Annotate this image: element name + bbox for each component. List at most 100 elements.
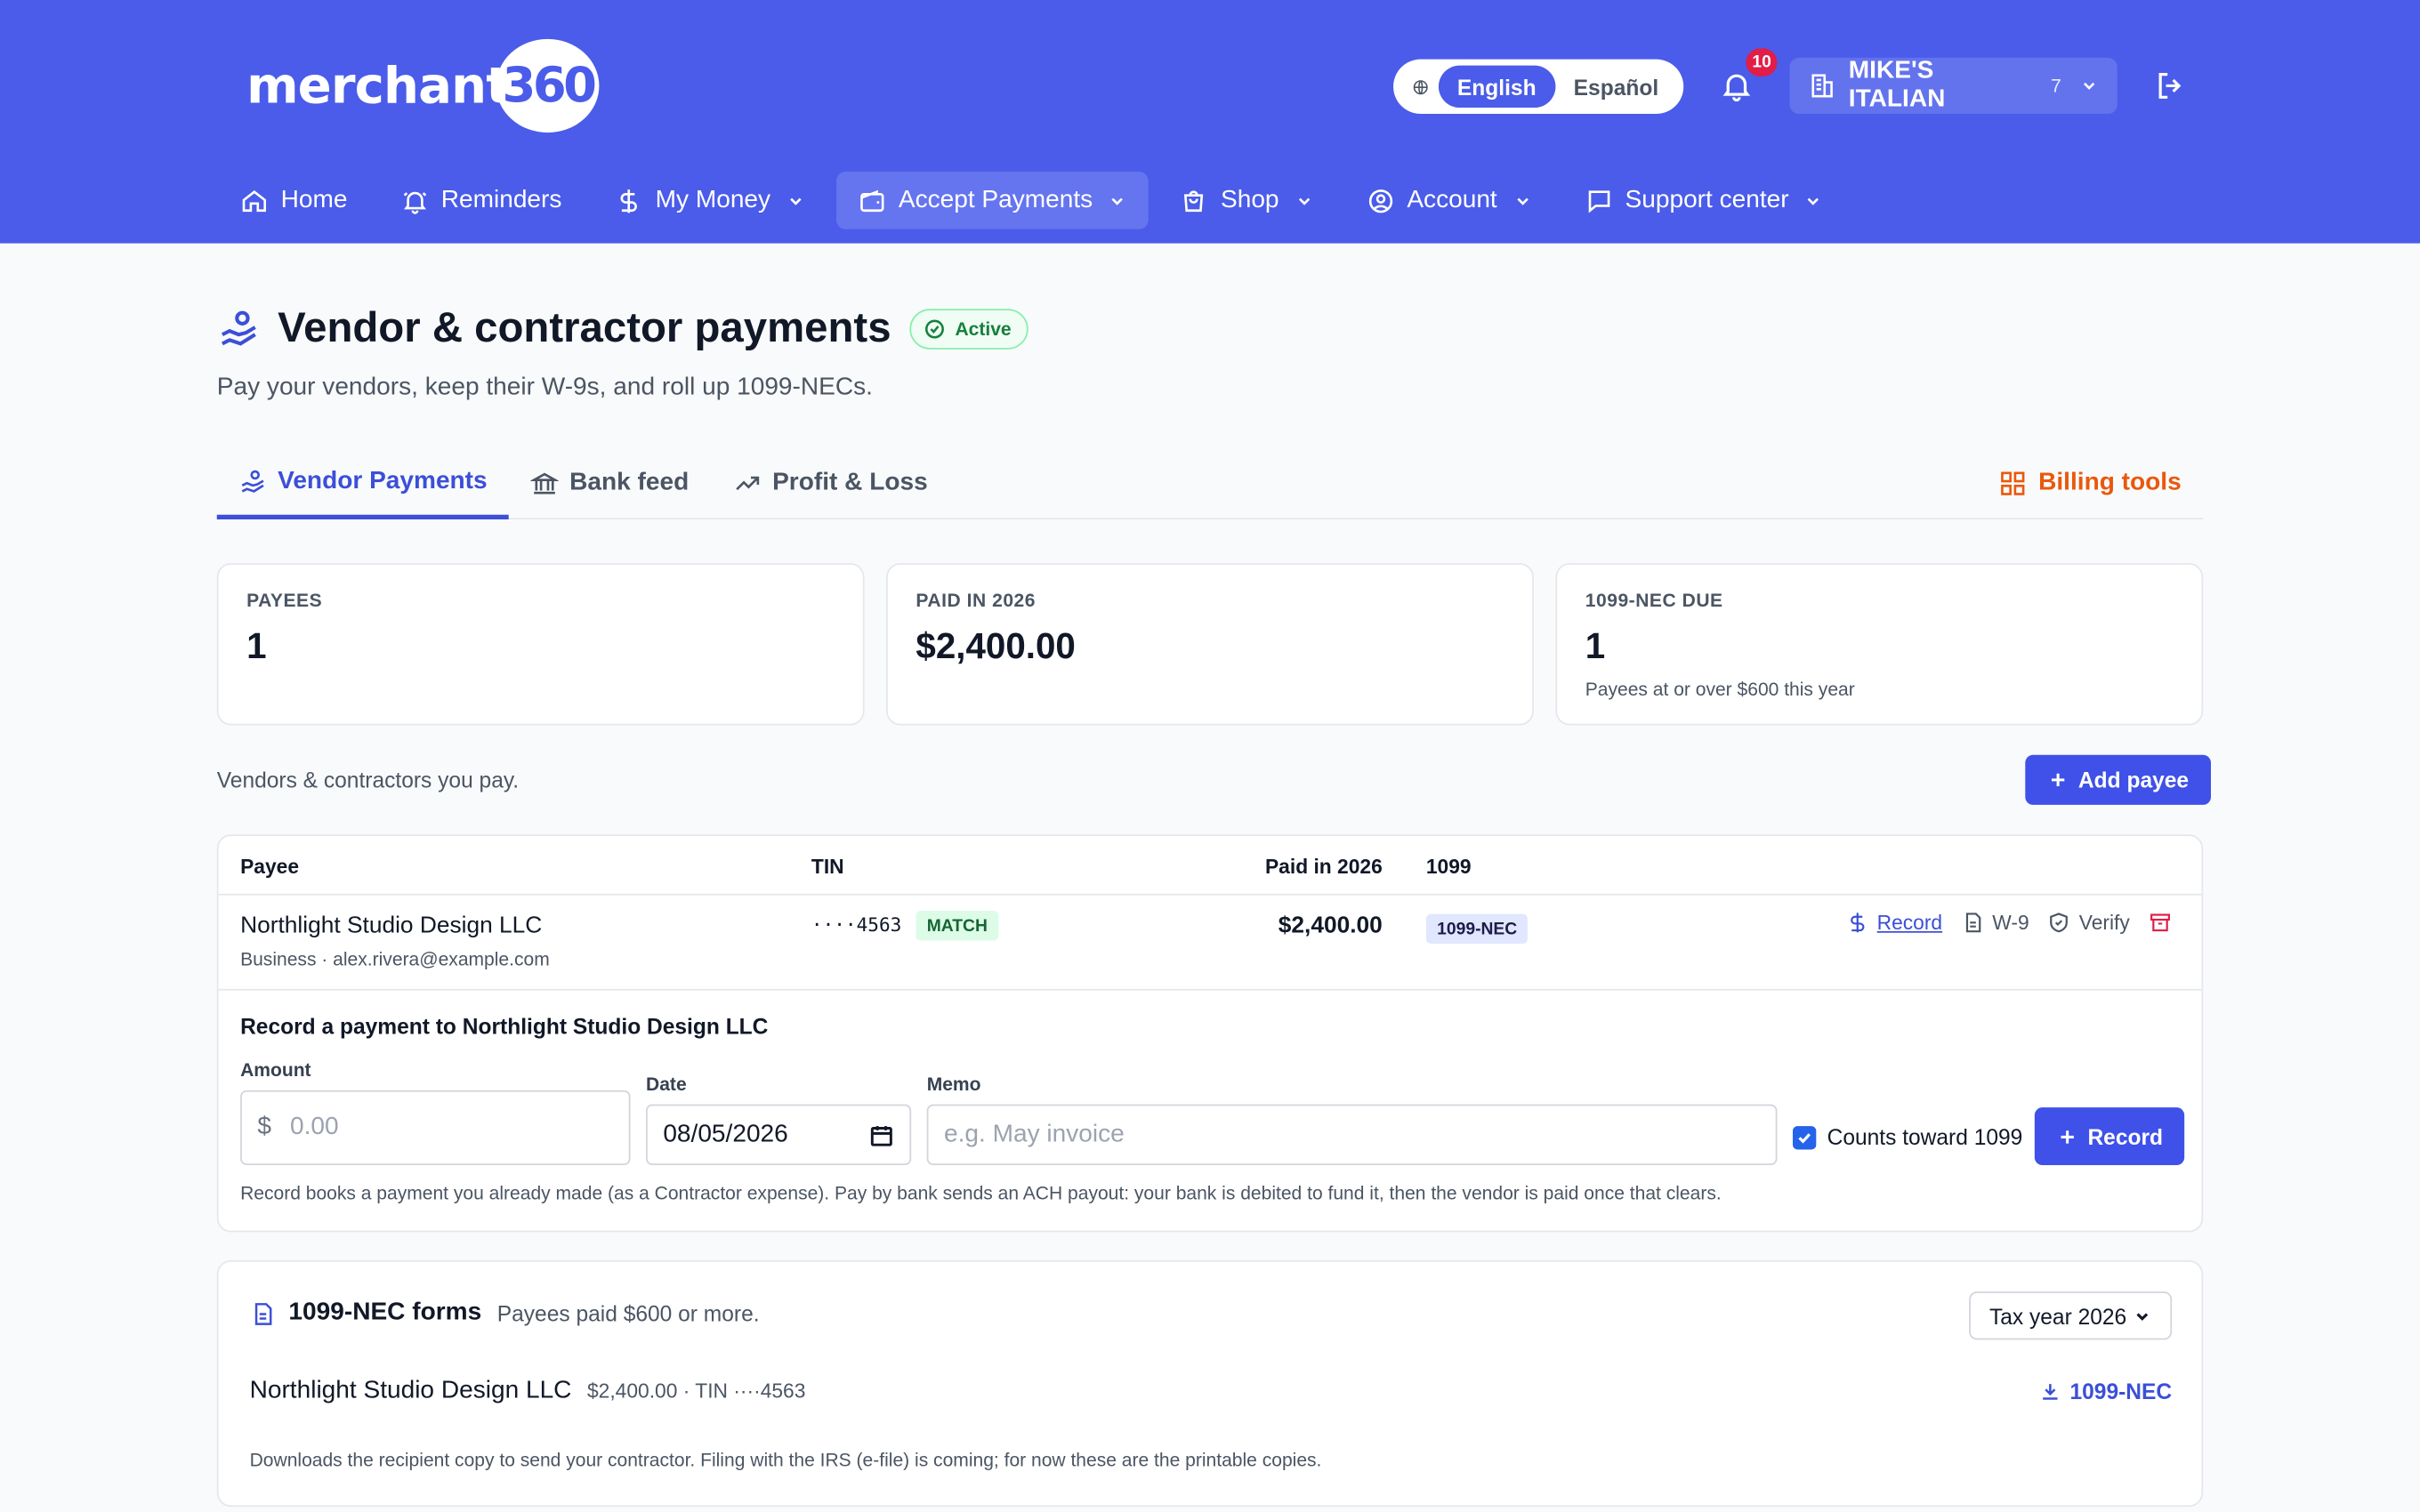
download-icon [2042, 1384, 2057, 1400]
wallet-icon [859, 189, 884, 212]
language-espanol[interactable]: Español [1555, 66, 1678, 108]
nav-label: Home [280, 186, 348, 213]
tin-match-badge: MATCH [916, 911, 999, 941]
amount-label: Amount [240, 1058, 311, 1082]
verify-link[interactable]: Verify [2048, 911, 2130, 934]
stat-label: PAYEES [246, 589, 323, 612]
row-actions: Record W-9 Verify [1827, 911, 2180, 934]
tax-year-select[interactable]: Tax year 2026 [1969, 1291, 2173, 1340]
page-title-row: Vendor & contractor payments Active [217, 304, 1028, 352]
merchant-name: MIKE'S ITALIAN [1848, 57, 1946, 113]
payee-name: Northlight Studio Design LLC [240, 912, 543, 939]
chevron-down-icon [1298, 197, 1310, 205]
billing-tools-link[interactable]: Billing tools [1999, 447, 2182, 519]
chevron-down-icon [1808, 197, 1819, 205]
form-type-badge: 1099-NEC [1425, 913, 1529, 944]
stat-value: 1 [1585, 625, 1606, 666]
nav-support-center[interactable]: Support center [1562, 172, 1844, 229]
memo-input[interactable]: e.g. May invoice [926, 1104, 1778, 1166]
forms-subtitle: Payees paid $600 or more. [496, 1300, 760, 1326]
forms-header: 1099-NEC forms Payees paid $600 or more. [250, 1299, 760, 1328]
tab-bank-feed[interactable]: Bank feed [530, 447, 689, 519]
check-icon [1798, 1133, 1811, 1144]
language-switcher: English Español [1393, 59, 1684, 115]
stat-card-paid: PAID IN 2026 $2,400.00 [886, 563, 1534, 726]
logo-badge: 360 [496, 38, 600, 133]
stat-card-payees: PAYEES 1 [216, 563, 865, 726]
download-1099-link[interactable]: 1099-NEC [2038, 1379, 2172, 1403]
column-header-tin: TIN [811, 854, 844, 878]
table-divider [218, 988, 2202, 991]
column-header-payee: Payee [240, 854, 299, 878]
top-header: merchant 360 English Español 10 MIKE'S I… [0, 0, 2420, 244]
hand-coins-icon [241, 469, 264, 492]
nav-account[interactable]: Account [1344, 172, 1553, 229]
table-divider [218, 893, 2202, 896]
column-header-paid: Paid in 2026 [1264, 854, 1383, 878]
globe-icon [1413, 79, 1428, 94]
logout-icon[interactable] [2153, 68, 2188, 103]
download-label: 1099-NEC [2069, 1379, 2173, 1404]
forms-help-text: Downloads the recipient copy to send you… [249, 1449, 1322, 1471]
trending-up-icon [736, 476, 760, 491]
tab-vendor-payments[interactable]: Vendor Payments [216, 447, 510, 519]
date-value: 08/05/2026 [663, 1121, 788, 1147]
record-submit-label: Record [2087, 1123, 2164, 1149]
calendar-icon [870, 1125, 892, 1146]
amount-input[interactable]: $ 0.00 [240, 1090, 631, 1166]
stat-note: Payees at or over $600 this year [1585, 678, 1855, 701]
record-submit-button[interactable]: Record [2034, 1107, 2185, 1166]
add-payee-label: Add payee [2077, 767, 2190, 792]
main-nav: Home Reminders My Money Accept Payments … [219, 171, 1855, 229]
nav-accept-payments[interactable]: Accept Payments [835, 171, 1150, 229]
notifications-bell-icon[interactable] [1720, 68, 1754, 103]
record-payment-link[interactable]: Record [1846, 911, 1943, 935]
page-title: Vendor & contractor payments [278, 303, 891, 351]
chevron-down-icon [2084, 82, 2095, 90]
w9-label: W-9 [1992, 911, 2029, 935]
notification-count-badge: 10 [1746, 48, 1778, 76]
tab-label: Vendor Payments [278, 467, 488, 495]
add-payee-button[interactable]: Add payee [2025, 754, 2211, 805]
forms-title: 1099-NEC forms [288, 1299, 482, 1326]
tax-year-value: Tax year 2026 [1988, 1303, 2127, 1329]
memo-placeholder: e.g. May invoice [943, 1121, 1125, 1147]
dollar-icon [1851, 913, 1865, 933]
merchant-selector[interactable]: MIKE'S ITALIAN 7 [1789, 57, 2118, 115]
plus-icon [2051, 773, 2065, 787]
chevron-down-icon [1112, 197, 1124, 205]
chevron-down-icon [2136, 1312, 2149, 1321]
record-help-text: Record books a payment you already made … [240, 1182, 1722, 1204]
merchant-count: 7 [2051, 75, 2061, 97]
record-label: Record [1876, 911, 1943, 935]
form-payee-row: Northlight Studio Design LLC $2,400.00 ·… [250, 1378, 806, 1406]
bag-icon [1184, 189, 1204, 212]
status-label: Active [955, 317, 1012, 340]
page-subtitle: Pay your vendors, keep their W-9s, and r… [216, 374, 873, 401]
billing-tools-label: Billing tools [2038, 469, 2182, 496]
w9-link[interactable]: W-9 [1961, 911, 2029, 934]
document-icon [1965, 913, 1981, 933]
language-english[interactable]: English [1438, 65, 1555, 109]
tab-profit-loss[interactable]: Profit & Loss [733, 447, 928, 519]
archive-button[interactable] [2149, 911, 2180, 934]
nav-my-money[interactable]: My Money [593, 172, 827, 229]
tab-label: Profit & Loss [772, 469, 928, 496]
nav-label: Shop [1220, 186, 1279, 213]
record-form-title: Record a payment to Northlight Studio De… [240, 1013, 769, 1039]
hand-coins-icon [221, 310, 256, 345]
nav-label: Support center [1625, 186, 1789, 213]
counts-toward-1099-checkbox[interactable] [1793, 1126, 1817, 1150]
date-input[interactable]: 08/05/2026 [646, 1104, 912, 1166]
chevron-down-icon [789, 197, 802, 205]
payee-list-caption: Vendors & contractors you pay. [216, 767, 520, 792]
nav-shop[interactable]: Shop [1158, 172, 1335, 229]
memo-label: Memo [926, 1073, 981, 1096]
counts-toward-1099-label[interactable]: Counts toward 1099 [1827, 1124, 2023, 1149]
nav-label: Account [1407, 186, 1497, 213]
nav-home[interactable]: Home [219, 172, 370, 229]
payee-paid-amount: $2,400.00 [1278, 912, 1383, 939]
plus-icon [2061, 1130, 2074, 1143]
merchant360-logo[interactable]: merchant 360 [246, 37, 600, 134]
nav-reminders[interactable]: Reminders [379, 172, 584, 229]
